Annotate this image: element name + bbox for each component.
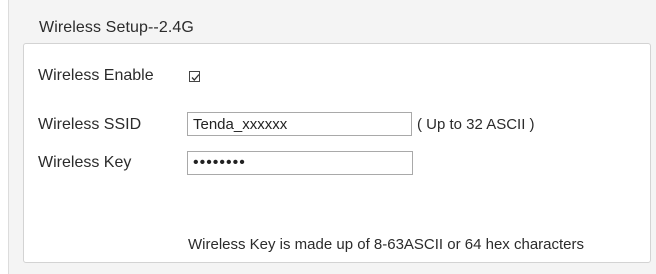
checkmark-icon — [191, 74, 200, 81]
section-title: Wireless Setup--2.4G — [39, 19, 194, 36]
wireless-setup-panel: Wireless Setup--2.4G — [8, 0, 656, 274]
wireless-ssid-label: Wireless SSID — [38, 116, 142, 133]
ssid-hint: ( Up to 32 ASCII ) — [417, 116, 535, 133]
wireless-key-hint: Wireless Key is made up of 8-63ASCII or … — [188, 236, 585, 253]
wireless-key-label: Wireless Key — [38, 154, 132, 171]
wireless-ssid-input[interactable] — [187, 112, 412, 136]
wireless-key-input[interactable] — [187, 151, 413, 175]
wireless-enable-label: Wireless Enable — [38, 67, 154, 84]
wireless-enable-checkbox[interactable] — [189, 71, 200, 82]
